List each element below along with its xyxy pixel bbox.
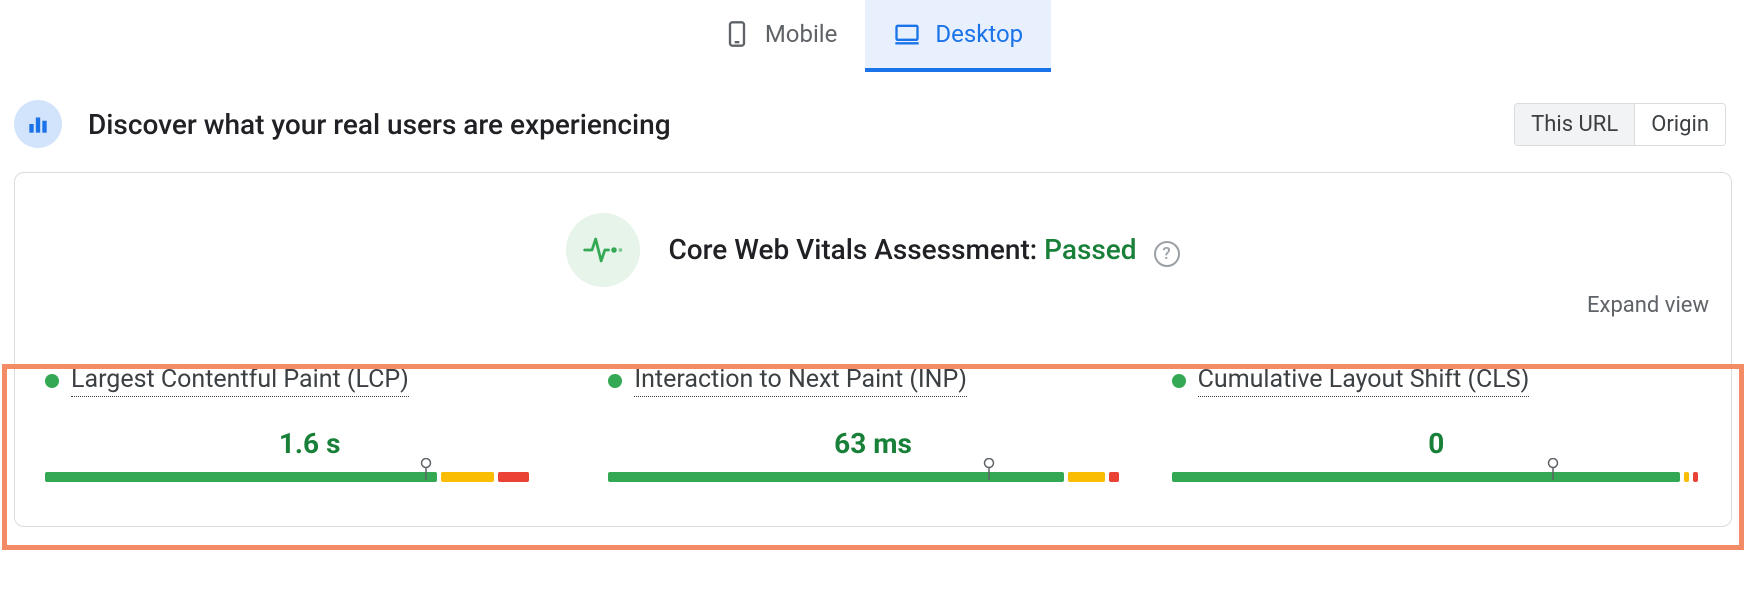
bar-orange bbox=[1684, 472, 1689, 482]
metric-cls-value: 0 bbox=[1172, 427, 1701, 460]
bar-red bbox=[498, 472, 530, 482]
metric-inp-bar bbox=[608, 472, 1137, 482]
vitals-card: Core Web Vitals Assessment: Passed ? Exp… bbox=[14, 172, 1732, 527]
scope-origin[interactable]: Origin bbox=[1634, 104, 1725, 145]
device-tabs: Mobile Desktop bbox=[0, 0, 1746, 72]
tab-desktop-label: Desktop bbox=[935, 20, 1023, 48]
tab-mobile-label: Mobile bbox=[765, 20, 838, 48]
tab-mobile[interactable]: Mobile bbox=[695, 0, 866, 72]
status-dot-icon bbox=[608, 374, 622, 388]
metric-lcp-bar bbox=[45, 472, 574, 482]
assessment-status: Passed bbox=[1044, 233, 1136, 266]
metric-cls: Cumulative Layout Shift (CLS) 0 bbox=[1172, 365, 1701, 482]
expand-view-link[interactable]: Expand view bbox=[1587, 293, 1709, 318]
bar-red bbox=[1693, 472, 1698, 482]
tab-desktop[interactable]: Desktop bbox=[865, 0, 1051, 72]
status-dot-icon bbox=[45, 374, 59, 388]
bar-orange bbox=[441, 472, 494, 482]
bar-green bbox=[45, 472, 437, 482]
header-row: Discover what your real users are experi… bbox=[0, 72, 1746, 166]
scope-this-url[interactable]: This URL bbox=[1515, 104, 1634, 145]
bar-orange bbox=[1068, 472, 1105, 482]
marker-icon bbox=[1547, 458, 1559, 480]
mobile-icon bbox=[723, 20, 751, 48]
metric-cls-bar bbox=[1172, 472, 1701, 482]
marker-icon bbox=[983, 458, 995, 480]
metric-lcp-name[interactable]: Largest Contentful Paint (LCP) bbox=[71, 365, 409, 397]
page-title: Discover what your real users are experi… bbox=[88, 108, 671, 141]
status-dot-icon bbox=[1172, 374, 1186, 388]
scope-toggle: This URL Origin bbox=[1514, 103, 1726, 146]
assessment-row: Core Web Vitals Assessment: Passed ? bbox=[37, 213, 1709, 287]
assessment-prefix: Core Web Vitals Assessment: bbox=[668, 233, 1044, 266]
help-icon[interactable]: ? bbox=[1154, 241, 1180, 267]
metric-inp-value: 63 ms bbox=[608, 427, 1137, 460]
pulse-icon bbox=[566, 213, 640, 287]
metric-inp-name[interactable]: Interaction to Next Paint (INP) bbox=[634, 365, 967, 397]
metric-inp: Interaction to Next Paint (INP) 63 ms bbox=[608, 365, 1137, 482]
metric-cls-name[interactable]: Cumulative Layout Shift (CLS) bbox=[1198, 365, 1530, 397]
bar-green bbox=[1172, 472, 1680, 482]
metric-lcp-value: 1.6 s bbox=[45, 427, 574, 460]
metric-lcp: Largest Contentful Paint (LCP) 1.6 s bbox=[45, 365, 574, 482]
desktop-icon bbox=[893, 20, 921, 48]
assessment-text: Core Web Vitals Assessment: Passed ? bbox=[668, 233, 1179, 267]
marker-icon bbox=[420, 458, 432, 480]
bar-red bbox=[1109, 472, 1120, 482]
chart-icon bbox=[14, 100, 62, 148]
metrics-grid: Largest Contentful Paint (LCP) 1.6 s Int… bbox=[37, 353, 1709, 482]
